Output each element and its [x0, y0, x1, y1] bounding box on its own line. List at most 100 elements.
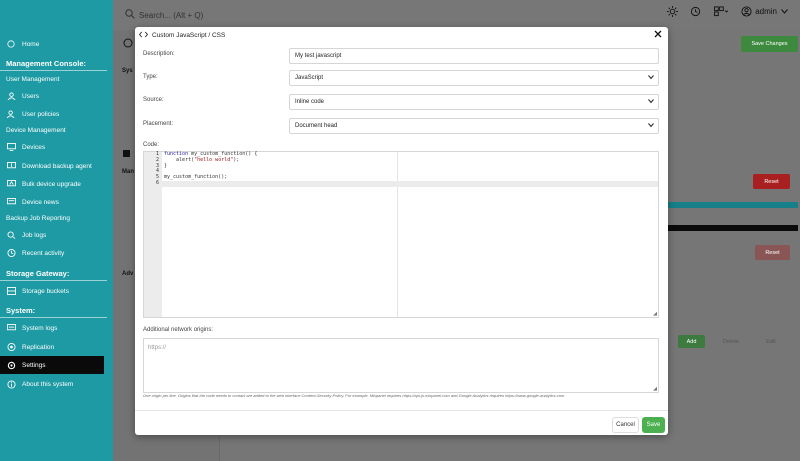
sidebar-item-label: About this system	[22, 380, 74, 388]
sidebar-item-download-backup-agent[interactable]: Download backup agent	[0, 157, 104, 175]
edit-button[interactable]: Edit	[757, 335, 785, 348]
replication-icon	[6, 342, 16, 352]
code-icon	[138, 31, 149, 40]
sidebar-divider	[0, 70, 107, 71]
sidebar-item-label: Device news	[22, 198, 59, 206]
background-column-label-sys: Sys	[122, 68, 133, 74]
news-icon	[6, 197, 16, 207]
info-icon	[6, 379, 16, 389]
placement-value: Document head	[295, 123, 338, 129]
code-editor[interactable]: 1 2 3 4 5 6 function my_custom_function(…	[143, 151, 659, 318]
chevron-down-icon	[648, 98, 654, 106]
resize-handle-icon[interactable]: ◢	[653, 386, 657, 392]
description-value: My test javascript	[295, 53, 342, 59]
origins-label: Additional network origins:	[143, 327, 214, 333]
user-name[interactable]: admin	[755, 7, 777, 16]
sidebar-item-settings[interactable]: Settings	[0, 356, 104, 374]
source-select[interactable]: Inline code	[289, 94, 659, 110]
sidebar-item-label: Bulk device upgrade	[22, 180, 81, 188]
code-label: Code:	[143, 142, 160, 148]
brightness-icon[interactable]	[667, 6, 679, 17]
source-value: Inline code	[295, 99, 325, 105]
origins-textarea[interactable]: https:// ◢	[143, 338, 659, 393]
placement-select[interactable]: Document head	[289, 118, 659, 134]
sidebar-item-replication[interactable]: Replication	[0, 338, 104, 356]
sidebar-item-label: Recent activity	[22, 249, 65, 257]
save-changes-button[interactable]: Save Changes	[741, 36, 798, 52]
reset-button-disabled[interactable]: Reset	[755, 245, 790, 260]
sidebar-item-label: Users	[22, 92, 39, 100]
background-column-label-adv: Adv	[122, 271, 134, 277]
search-box[interactable]: Search... (Alt + Q)	[125, 9, 203, 21]
dialog-header: Custom JavaScript / CSS	[135, 27, 668, 43]
users-icon	[6, 91, 16, 101]
add-button[interactable]: Add	[678, 335, 705, 348]
sidebar-item-label: Download backup agent	[22, 162, 92, 170]
sidebar-divider	[0, 317, 107, 318]
sidebar-item-label: Storage buckets	[22, 287, 69, 295]
upgrade-icon	[6, 179, 16, 189]
user-avatar-icon[interactable]	[741, 6, 752, 17]
delete-button[interactable]: Delete	[715, 335, 747, 348]
user-policy-icon	[6, 109, 16, 119]
sidebar-item-label: Job logs	[22, 231, 47, 239]
line-number: 6	[155, 179, 159, 186]
sidebar-item-home[interactable]: Home	[0, 35, 104, 53]
sidebar-item-bulk-device-upgrade[interactable]: Bulk device upgrade	[0, 175, 104, 193]
top-bar: Search... (Alt + Q) admin	[113, 0, 800, 30]
background-column-label-man: Man	[122, 169, 134, 175]
sidebar-item-device-news[interactable]: Device news	[0, 193, 104, 211]
description-label: Description:	[143, 51, 175, 57]
chevron-down-icon	[648, 122, 654, 130]
save-button[interactable]: Save	[642, 417, 665, 433]
sidebar-item-users[interactable]: Users	[0, 87, 104, 105]
sidebar-item-user-policies[interactable]: User policies	[0, 105, 104, 123]
type-value: JavaScript	[295, 75, 324, 81]
sidebar-item-about[interactable]: About this system	[0, 375, 104, 393]
cancel-button[interactable]: Cancel	[612, 417, 639, 433]
sidebar-divider	[0, 280, 107, 281]
sidebar: Home Management Console: User Management…	[0, 0, 113, 461]
chevron-down-icon[interactable]	[781, 9, 788, 14]
sidebar-group-backup-job-reporting: Backup Job Reporting	[6, 215, 70, 222]
type-label: Type:	[143, 74, 158, 80]
description-field[interactable]: My test javascript	[289, 48, 659, 64]
sidebar-item-system-logs[interactable]: System logs	[0, 319, 104, 337]
sidebar-item-label: User policies	[22, 110, 60, 118]
reset-button[interactable]: Reset	[753, 174, 790, 189]
download-icon	[6, 161, 16, 171]
search-input[interactable]: Search... (Alt + Q)	[139, 11, 203, 20]
dialog-title: Custom JavaScript / CSS	[152, 31, 226, 39]
sidebar-section-storage-gateway: Storage Gateway:	[6, 269, 70, 278]
code-line-current	[162, 180, 658, 187]
activity-icon	[6, 248, 16, 258]
sidebar-item-label: Home	[22, 40, 40, 48]
gear-icon	[6, 360, 16, 370]
sidebar-item-label: Devices	[22, 143, 46, 151]
bucket-icon	[6, 286, 16, 296]
sidebar-item-recent-activity[interactable]: Recent activity	[0, 244, 104, 262]
sidebar-item-devices[interactable]: Devices	[0, 138, 104, 156]
resize-handle-icon[interactable]: ◢	[653, 311, 657, 317]
history-icon[interactable]	[690, 6, 701, 17]
sidebar-item-storage-buckets[interactable]: Storage buckets	[0, 282, 104, 300]
apps-icon[interactable]	[713, 6, 729, 17]
sidebar-item-label: System logs	[22, 324, 58, 332]
sidebar-item-label: Settings	[22, 361, 46, 369]
background-gear-icon	[123, 38, 133, 50]
origins-placeholder: https://	[148, 345, 167, 351]
custom-js-css-dialog: Custom JavaScript / CSS Description: My …	[135, 27, 668, 435]
sidebar-item-job-logs[interactable]: Job logs	[0, 226, 104, 244]
sidebar-section-management: Management Console:	[6, 59, 87, 68]
line-number-gutter: 1 2 3 4 5 6	[144, 151, 162, 317]
type-select[interactable]: JavaScript	[289, 70, 659, 86]
system-logs-icon	[6, 323, 16, 333]
code-lines[interactable]: function my_custom_function() { alert("h…	[162, 151, 658, 187]
home-icon	[6, 39, 16, 49]
sidebar-item-label: Replication	[22, 343, 55, 351]
job-logs-icon	[6, 230, 16, 240]
close-icon[interactable]	[654, 30, 662, 40]
progress-bar	[668, 202, 798, 208]
search-icon	[125, 9, 135, 21]
top-icons: admin	[667, 6, 800, 17]
